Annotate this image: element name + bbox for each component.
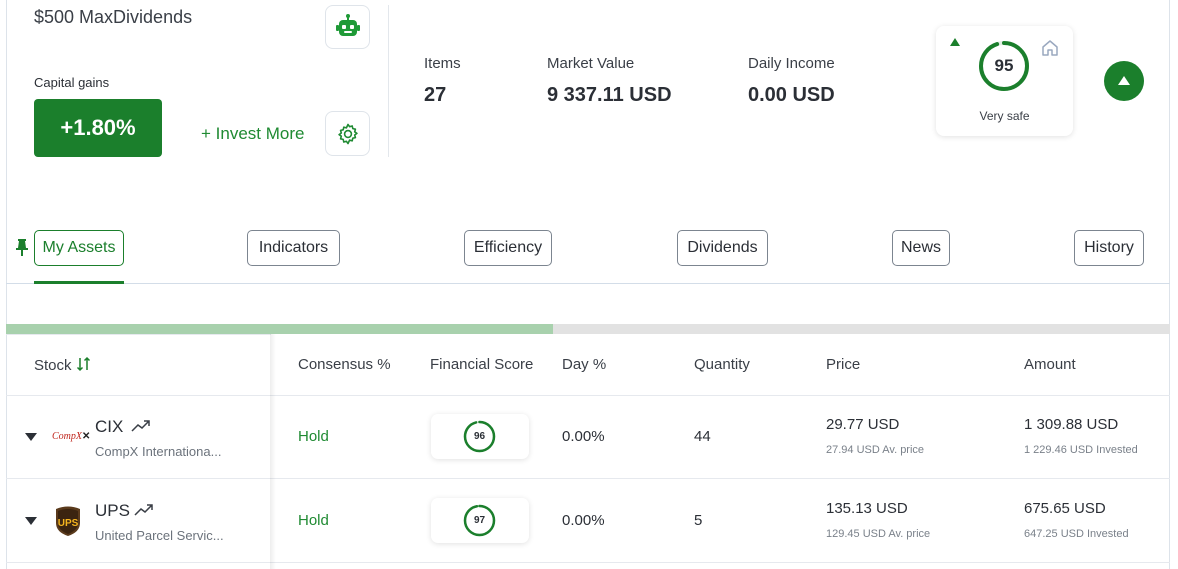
sort-icon[interactable]: [76, 356, 92, 372]
gear-icon: [337, 123, 358, 144]
ups-logo: UPS: [56, 506, 80, 536]
table-scroll-progress-fill: [6, 324, 554, 334]
capital-gains-label: Capital gains: [34, 75, 110, 90]
daily-income-label: Daily Income: [748, 55, 835, 72]
tab-my-assets[interactable]: My Assets: [34, 230, 124, 266]
stock-ticker[interactable]: UPS: [95, 501, 130, 521]
column-header-day[interactable]: Day %: [562, 356, 606, 373]
column-header-financial-score[interactable]: Financial Score: [430, 356, 533, 373]
price-value: 29.77 USD: [826, 416, 900, 433]
ups-logo-text: UPS: [58, 518, 79, 529]
table-scroll-progress[interactable]: [6, 324, 1170, 334]
tab-news[interactable]: News: [892, 230, 950, 266]
consensus-value: Hold: [298, 428, 329, 445]
day-change: 0.00%: [562, 428, 605, 445]
items-value: 27: [424, 84, 447, 106]
market-value-label: Market Value: [547, 55, 635, 72]
row-divider: [6, 562, 1170, 563]
chevron-up-icon: [1118, 75, 1130, 85]
trend-up-icon: [134, 504, 153, 516]
active-tab-indicator: [34, 281, 124, 284]
safety-label: Very safe: [979, 109, 1030, 123]
quantity-value: 44: [694, 428, 711, 445]
expand-row-icon[interactable]: [25, 517, 37, 525]
tabs-divider: [6, 283, 1170, 284]
column-header-consensus[interactable]: Consensus %: [298, 356, 391, 373]
stock-column-border: [6, 334, 271, 335]
price-value: 135.13 USD: [826, 500, 908, 517]
settings-button[interactable]: [325, 111, 370, 156]
amount-value: 1 309.88 USD: [1024, 416, 1119, 433]
average-price: 129.45 USD Av. price: [826, 528, 931, 540]
day-change: 0.00%: [562, 512, 605, 529]
portfolio-title: $500 MaxDividends: [34, 7, 193, 27]
expand-row-icon[interactable]: [25, 433, 37, 441]
financial-score-value: 96: [473, 431, 486, 442]
amount-value: 675.65 USD: [1024, 500, 1106, 517]
items-label: Items: [424, 55, 461, 72]
safety-score-card[interactable]: 95 Very safe: [936, 26, 1073, 136]
robot-icon: [335, 14, 360, 36]
daily-income-value: 0.00 USD: [748, 84, 835, 106]
tab-efficiency[interactable]: Efficiency: [464, 230, 552, 266]
column-header-price[interactable]: Price: [826, 356, 860, 373]
financial-score-badge[interactable]: 96: [431, 414, 529, 459]
company-name: United Parcel Servic...: [95, 528, 224, 543]
consensus-value: Hold: [298, 512, 329, 529]
capital-gains-value: +1.80%: [34, 99, 162, 157]
home-icon[interactable]: [1040, 38, 1060, 58]
safety-score-value: 95: [994, 56, 1014, 75]
column-header-quantity[interactable]: Quantity: [694, 356, 750, 373]
header-divider: [388, 5, 389, 157]
column-header-stock[interactable]: Stock: [34, 356, 92, 374]
collapse-header-button[interactable]: [1104, 61, 1144, 101]
column-header-stock-label: Stock: [34, 357, 72, 374]
row-divider: [6, 478, 1170, 479]
market-value-value: 9 337.11 USD: [547, 84, 672, 106]
robot-button[interactable]: [325, 5, 370, 49]
stock-ticker[interactable]: CIX: [95, 417, 123, 437]
company-logo: CompX✕: [52, 431, 91, 442]
company-name: CompX Internationa...: [95, 444, 222, 459]
tab-indicators[interactable]: Indicators: [247, 230, 340, 266]
average-price: 27.94 USD Av. price: [826, 444, 925, 456]
row-divider: [6, 395, 1170, 396]
tab-history[interactable]: History: [1074, 230, 1144, 266]
column-header-amount[interactable]: Amount: [1024, 356, 1076, 373]
tab-dividends[interactable]: Dividends: [677, 230, 768, 266]
invest-more-link[interactable]: + Invest More: [201, 124, 304, 144]
invested-amount: 647.25 USD Invested: [1024, 528, 1129, 540]
financial-score-badge[interactable]: 97: [431, 498, 529, 543]
pin-icon[interactable]: [15, 238, 29, 256]
sticky-column-shadow: [270, 334, 276, 569]
trend-up-icon: [950, 38, 960, 46]
quantity-value: 5: [694, 512, 703, 529]
trend-up-icon: [131, 420, 150, 432]
invested-amount: 1 229.46 USD Invested: [1024, 444, 1138, 456]
financial-score-value: 97: [473, 515, 486, 526]
company-logo-text: CompX: [52, 431, 82, 442]
